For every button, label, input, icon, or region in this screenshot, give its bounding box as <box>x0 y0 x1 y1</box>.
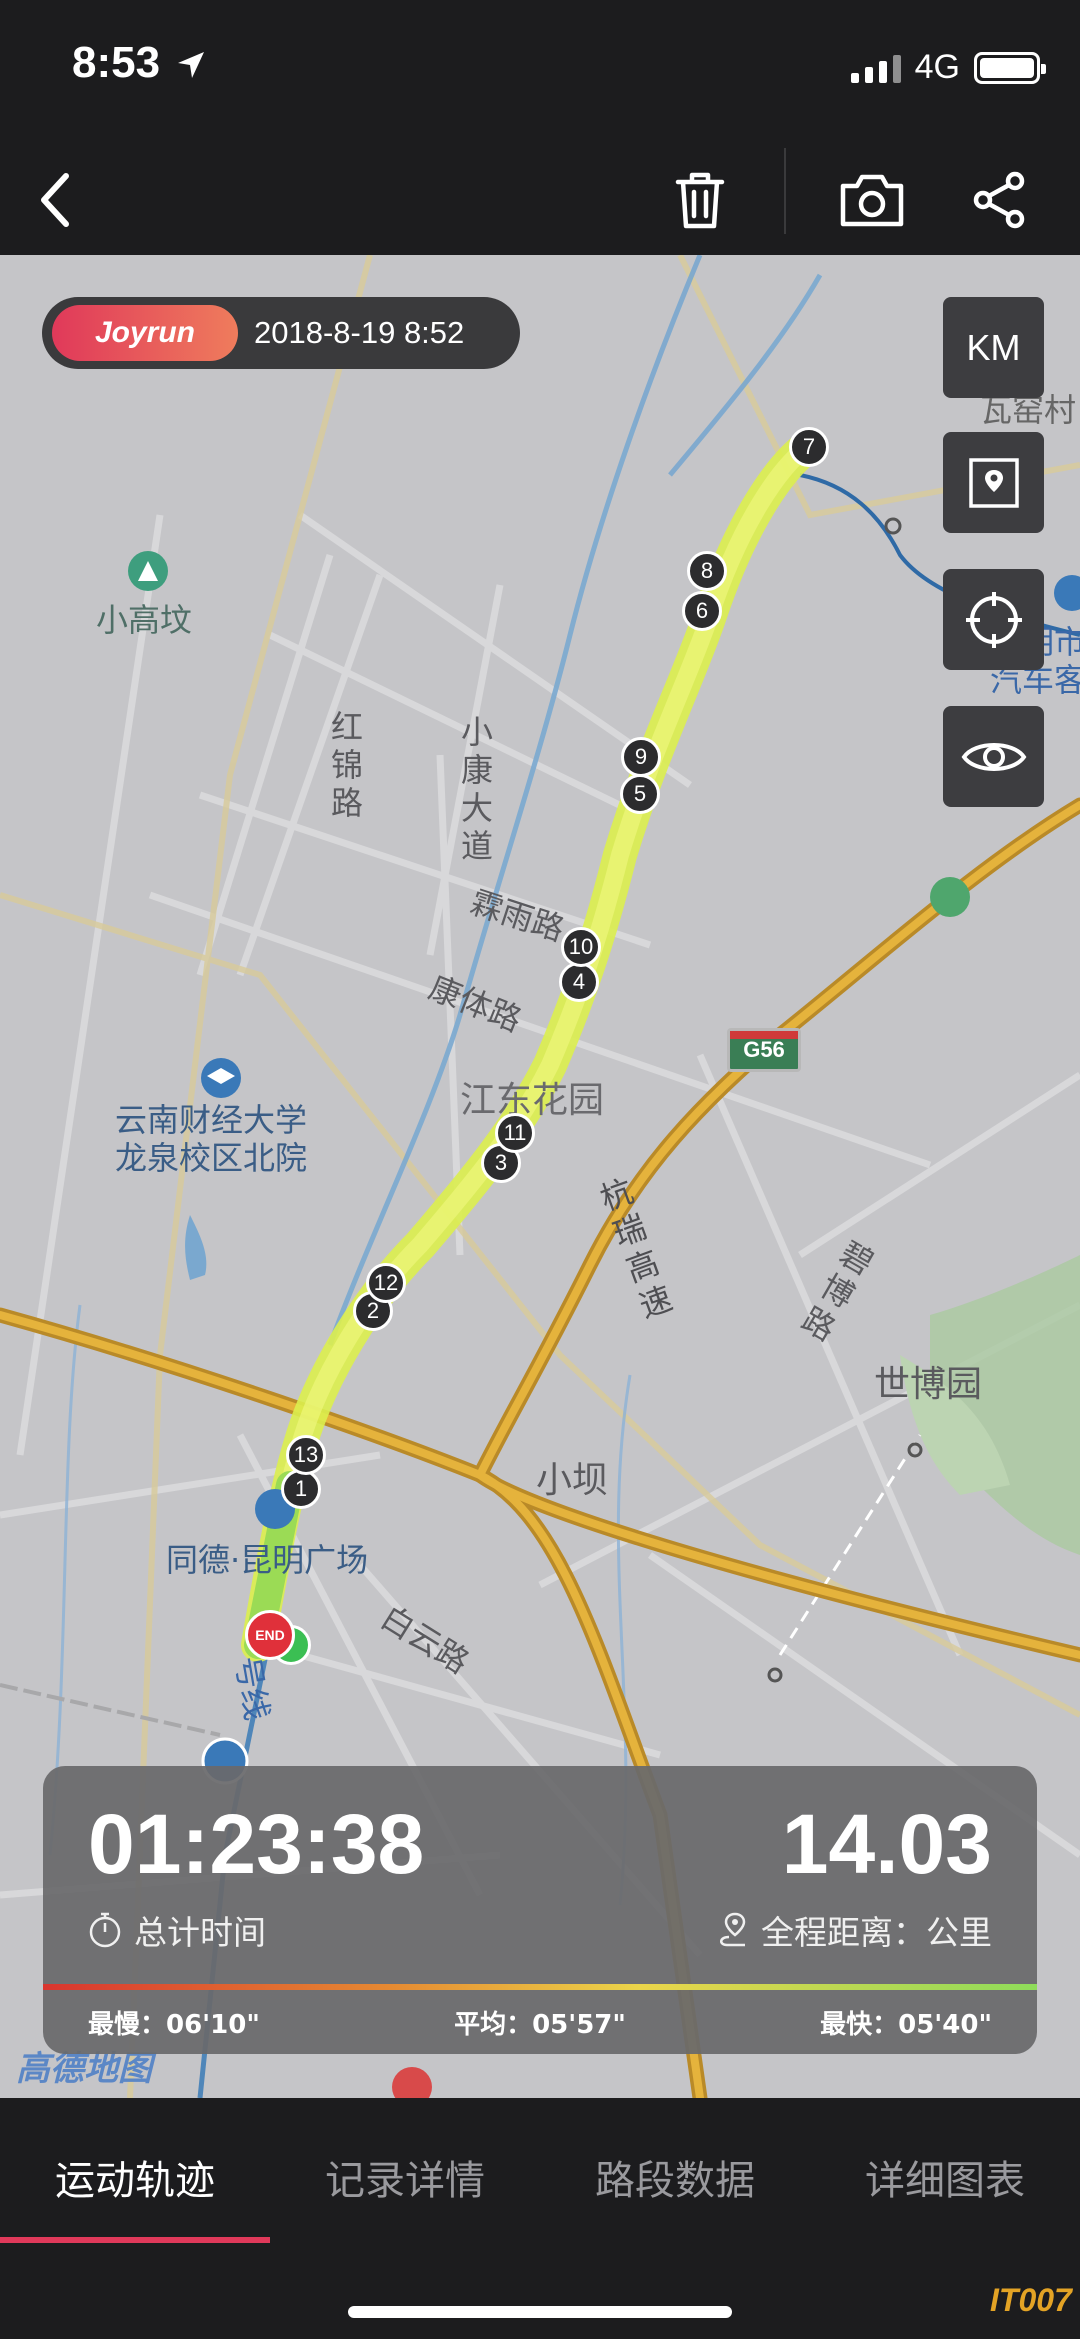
map-label-xiaoba: 小坝 <box>536 1460 609 1501</box>
km-marker-12[interactable]: 12 <box>366 1263 406 1303</box>
nav-separator <box>784 148 786 234</box>
total-time-label-row: 总计时间 <box>88 1906 266 1954</box>
camera-button[interactable] <box>832 160 912 240</box>
stopwatch-icon <box>89 1912 121 1948</box>
camera-icon <box>840 174 904 227</box>
back-button[interactable] <box>14 160 94 240</box>
map-label-honglin-road: 红锦路 <box>326 710 364 824</box>
end-marker: END <box>245 1610 295 1660</box>
distance-value: 14.03 <box>781 1797 992 1891</box>
share-button[interactable] <box>960 160 1040 240</box>
km-marker-6[interactable]: 6 <box>682 591 722 631</box>
trash-icon <box>675 172 725 229</box>
g56-shield: G56 <box>727 1028 801 1072</box>
network-type: 4G <box>914 48 960 86</box>
share-icon <box>973 171 1025 229</box>
bottom-tab-bar: 运动轨迹 记录详情 路段数据 详细图表 IT007 <box>0 2098 1080 2339</box>
locate-button[interactable] <box>943 569 1044 670</box>
active-tab-indicator <box>0 2237 270 2243</box>
total-time-value: 01:23:38 <box>88 1797 425 1891</box>
slowest-pace: 最慢：06'10" <box>88 2010 260 2040</box>
run-datetime: 2018-8-19 8:52 <box>254 315 465 350</box>
km-marker-7[interactable]: 7 <box>789 427 829 467</box>
km-marker-4[interactable]: 4 <box>559 962 599 1002</box>
tab-detailed-charts[interactable]: 详细图表 <box>810 2148 1080 2206</box>
nav-bar <box>0 140 1080 255</box>
unit-toggle-button[interactable]: KM <box>943 297 1044 398</box>
map-label-jiangdong-garden: 江东花园 <box>460 1080 605 1121</box>
location-arrow-icon <box>178 52 204 78</box>
km-marker-5[interactable]: 5 <box>620 774 660 814</box>
run-stats-panel: 01:23:38 14.03 总计时间 全程距离：公里 最慢：06'10" 平均… <box>43 1766 1037 2054</box>
km-marker-11[interactable]: 11 <box>495 1113 535 1153</box>
map-pin-icon <box>968 457 1019 508</box>
chevron-left-icon <box>41 173 69 227</box>
tab-segment-data[interactable]: 路段数据 <box>540 2148 810 2206</box>
status-indicators: 4G <box>850 48 1046 87</box>
km-marker-9[interactable]: 9 <box>621 737 661 777</box>
tab-track[interactable]: 运动轨迹 <box>0 2148 270 2206</box>
distance-label: 全程距离：公里 <box>761 1913 992 1952</box>
status-bar: 8:53 4G <box>0 0 1080 140</box>
map-label-shibo-park: 世博园 <box>874 1364 983 1405</box>
fastest-pace: 最快：05'40" <box>820 2010 992 2040</box>
crosshair-icon <box>965 591 1022 648</box>
visibility-button[interactable] <box>943 706 1044 807</box>
status-time: 8:53 <box>72 38 161 87</box>
site-watermark: IT007 <box>990 2282 1072 2318</box>
km-marker-13[interactable]: 13 <box>286 1435 326 1475</box>
signal-icon <box>850 53 901 83</box>
map-label-xiaokang-avenue: 小康大道 <box>456 715 494 867</box>
km-marker-10[interactable]: 10 <box>561 927 601 967</box>
route-pin-icon <box>720 1912 746 1947</box>
pace-row: 最慢：06'10" 平均：05'57" 最快：05'40" <box>88 2004 992 2041</box>
home-indicator[interactable] <box>348 2306 732 2318</box>
map-label-tongde-plaza: 同德·昆明广场 <box>166 1541 369 1579</box>
distance-label-row: 全程距离：公里 <box>715 1906 992 1954</box>
brand-logo: Joyrun <box>52 305 238 361</box>
run-header-chip: Joyrun 2018-8-19 8:52 <box>42 297 520 369</box>
map-type-button[interactable] <box>943 432 1044 533</box>
battery-icon <box>974 51 1046 84</box>
pace-gradient-bar <box>43 1984 1037 1990</box>
eye-icon <box>961 742 1026 771</box>
km-marker-1[interactable]: 1 <box>281 1469 321 1509</box>
km-marker-8[interactable]: 8 <box>687 551 727 591</box>
average-pace: 平均：05'57" <box>454 2010 626 2040</box>
map-label-yncaijing-2: 龙泉校区北院 <box>115 1139 308 1177</box>
total-time-label: 总计时间 <box>134 1913 266 1952</box>
map-label-xiaogaofen: 小高坟 <box>96 601 193 639</box>
delete-button[interactable] <box>660 160 740 240</box>
unit-label: KM <box>966 326 1021 368</box>
tab-record-details[interactable]: 记录详情 <box>270 2148 540 2206</box>
